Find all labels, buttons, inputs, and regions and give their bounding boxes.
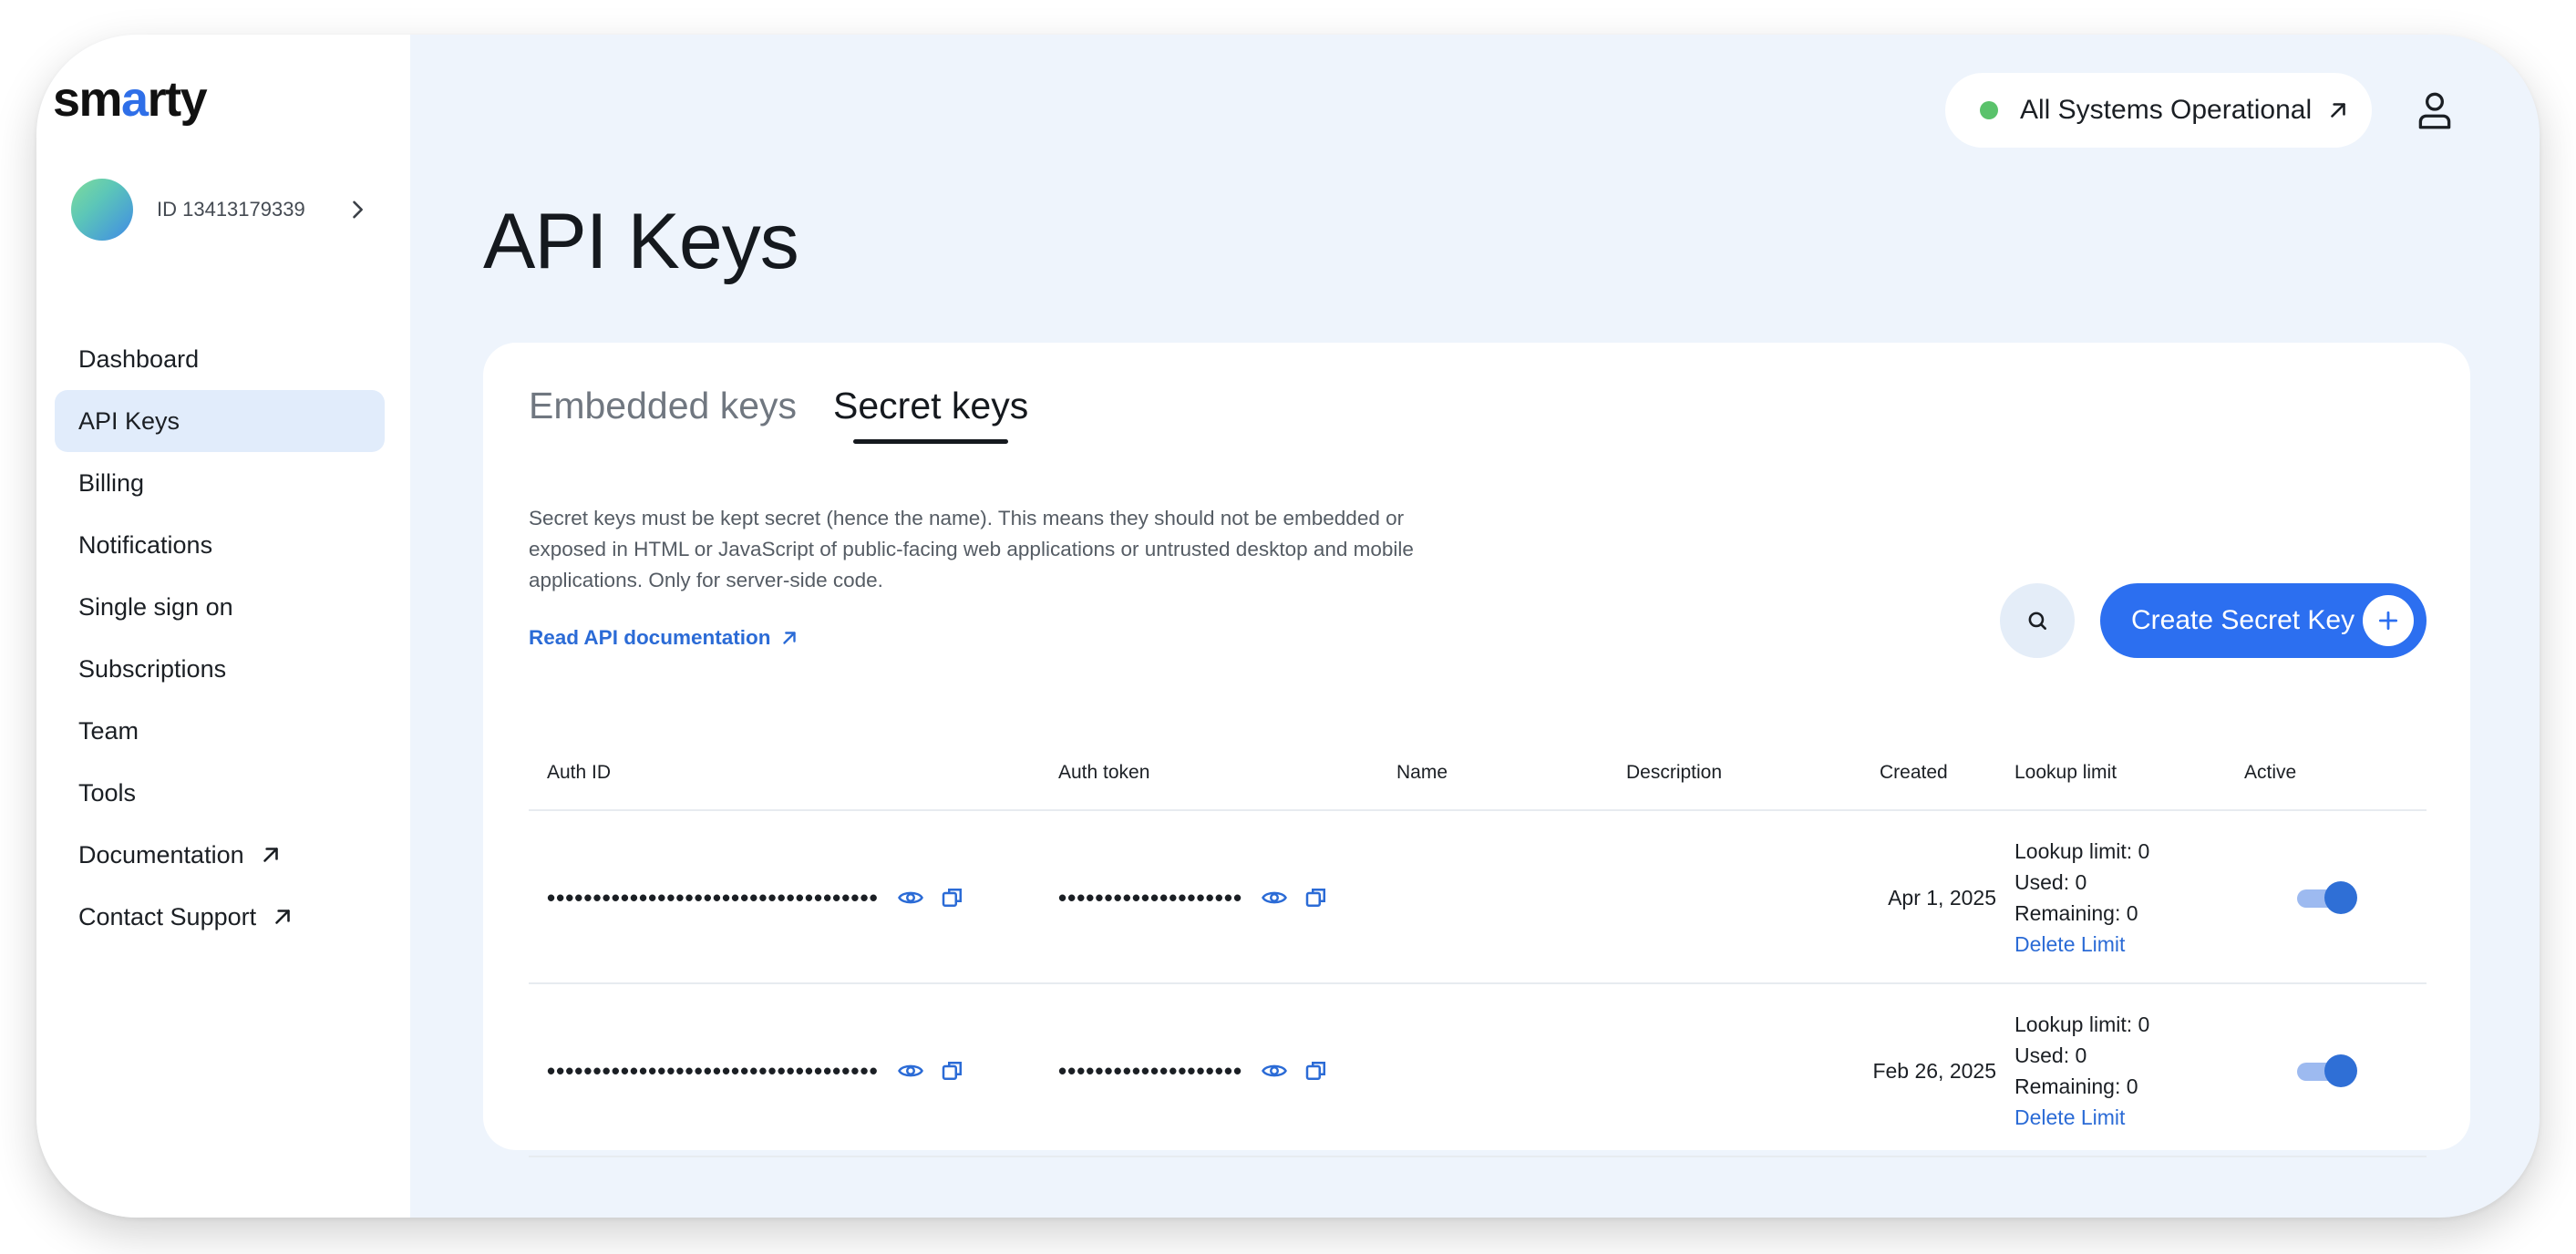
copy-icon[interactable] [939, 884, 966, 911]
doc-link-label: Read API documentation [529, 626, 771, 649]
sidebar-item-label: API Keys [78, 406, 180, 435]
account-switcher[interactable]: ID 13413179339 [71, 179, 388, 241]
column-header-auth-token: Auth token [1058, 762, 1150, 783]
chevron-right-icon [353, 200, 363, 219]
table-row: •••••••••••••••••••••••••••••••••••• •••… [529, 984, 2427, 1157]
create-secret-key-button[interactable]: Create Secret Key [2100, 583, 2427, 658]
sidebar-item-label: Subscriptions [78, 654, 227, 683]
active-cell [2297, 984, 2357, 1157]
auth-id-cell: •••••••••••••••••••••••••••••••••••• [547, 811, 966, 984]
sidebar-item-label: Documentation [78, 840, 244, 869]
sidebar-item-label: Dashboard [78, 344, 200, 373]
auth-token-cell: •••••••••••••••••••• [1058, 984, 1330, 1157]
eye-icon[interactable] [1261, 884, 1288, 911]
column-header-lookup-limit: Lookup limit [2014, 762, 2117, 783]
column-header-auth-id: Auth ID [547, 762, 612, 783]
sidebar-item-label: Single sign on [78, 592, 233, 621]
page-title: API Keys [483, 198, 799, 285]
account-id: ID 13413179339 [157, 198, 305, 221]
delete-limit-link[interactable]: Delete Limit [2014, 1102, 2125, 1133]
system-status-button[interactable]: All Systems Operational [1945, 73, 2372, 148]
column-header-name: Name [1396, 762, 1448, 783]
sidebar-item-notifications[interactable]: Notifications [55, 514, 385, 576]
column-header-description: Description [1626, 762, 1723, 783]
auth-token-cell: •••••••••••••••••••• [1058, 811, 1330, 984]
sidebar-item-label: Team [78, 716, 139, 745]
api-keys-card: Embedded keys Secret keys Secret keys mu… [483, 343, 2470, 1157]
sidebar-item-contact-support[interactable]: Contact Support [55, 886, 385, 948]
created-cell: Feb 26, 2025 [1872, 1058, 1996, 1083]
lookup-limit-value: Lookup limit: 0 [2014, 1012, 2150, 1036]
column-header-created: Created [1880, 762, 1948, 783]
sidebar-item-team[interactable]: Team [55, 700, 385, 762]
remaining-value: Remaining: 0 [2014, 1074, 2138, 1098]
sidebar-item-dashboard[interactable]: Dashboard [55, 328, 385, 390]
tab-secret-keys[interactable]: Secret keys [833, 385, 1028, 444]
smarty-logo[interactable]: smarty [53, 71, 208, 128]
used-value: Used: 0 [2014, 1043, 2087, 1067]
sidebar-item-label: Tools [78, 778, 137, 807]
search-icon [2028, 612, 2046, 630]
search-button[interactable] [2000, 583, 2075, 658]
auth-id-masked: •••••••••••••••••••••••••••••••••••• [547, 883, 879, 911]
status-indicator [1980, 101, 1998, 119]
external-link-icon [275, 910, 290, 924]
sidebar-item-api-keys[interactable]: API Keys [55, 390, 385, 452]
external-link-icon [2331, 103, 2345, 118]
sidebar-item-label: Notifications [78, 530, 213, 559]
external-link-icon [783, 632, 797, 644]
eye-icon[interactable] [897, 884, 924, 911]
created-cell: Apr 1, 2025 [1888, 885, 1996, 910]
user-profile-icon[interactable] [2412, 87, 2458, 133]
used-value: Used: 0 [2014, 870, 2087, 894]
sidebar-nav: Dashboard API Keys Billing Notifications… [55, 328, 385, 948]
sidebar: smarty ID 13413179339 Dashboard API Keys… [36, 35, 410, 1218]
column-header-active: Active [2244, 762, 2297, 783]
auth-token-masked: •••••••••••••••••••• [1058, 1056, 1243, 1084]
sidebar-item-subscriptions[interactable]: Subscriptions [55, 638, 385, 700]
avatar [71, 179, 133, 241]
sidebar-item-label: Billing [78, 468, 145, 497]
copy-icon[interactable] [1303, 884, 1330, 911]
secret-keys-description: Secret keys must be kept secret (hence t… [529, 507, 1414, 591]
copy-icon[interactable] [1303, 1057, 1330, 1084]
app-window: smarty ID 13413179339 Dashboard API Keys… [36, 35, 2540, 1218]
read-api-documentation-link[interactable]: Read API documentation [529, 626, 799, 650]
auth-token-masked: •••••••••••••••••••• [1058, 883, 1243, 911]
table-row: •••••••••••••••••••••••••••••••••••• •••… [529, 811, 2427, 984]
status-text: All Systems Operational [2020, 95, 2313, 125]
sidebar-item-documentation[interactable]: Documentation [55, 824, 385, 886]
eye-icon[interactable] [897, 1057, 924, 1084]
active-toggle[interactable] [2297, 881, 2357, 914]
create-secret-key-label: Create Secret Key [2131, 605, 2355, 635]
active-cell [2297, 811, 2357, 984]
active-toggle[interactable] [2297, 1054, 2357, 1087]
lookup-limit-cell: Lookup limit: 0 Used: 0 Remaining: 0 Del… [2014, 984, 2149, 1157]
auth-id-cell: •••••••••••••••••••••••••••••••••••• [547, 984, 966, 1157]
copy-icon[interactable] [939, 1057, 966, 1084]
key-type-tabs: Embedded keys Secret keys [529, 385, 1065, 444]
lookup-limit-value: Lookup limit: 0 [2014, 839, 2150, 863]
eye-icon[interactable] [1261, 1057, 1288, 1084]
lookup-limit-cell: Lookup limit: 0 Used: 0 Remaining: 0 Del… [2014, 811, 2149, 984]
sidebar-item-tools[interactable]: Tools [55, 762, 385, 824]
remaining-value: Remaining: 0 [2014, 901, 2138, 925]
sidebar-item-single-sign-on[interactable]: Single sign on [55, 576, 385, 638]
sidebar-item-label: Contact Support [78, 902, 257, 930]
plus-icon [2363, 595, 2414, 646]
external-link-icon [263, 848, 278, 862]
auth-id-masked: •••••••••••••••••••••••••••••••••••• [547, 1056, 879, 1084]
sidebar-item-billing[interactable]: Billing [55, 452, 385, 514]
table-header: Auth ID Auth token Name Description Crea… [529, 735, 2427, 811]
delete-limit-link[interactable]: Delete Limit [2014, 929, 2125, 960]
tab-embedded-keys[interactable]: Embedded keys [529, 385, 797, 427]
